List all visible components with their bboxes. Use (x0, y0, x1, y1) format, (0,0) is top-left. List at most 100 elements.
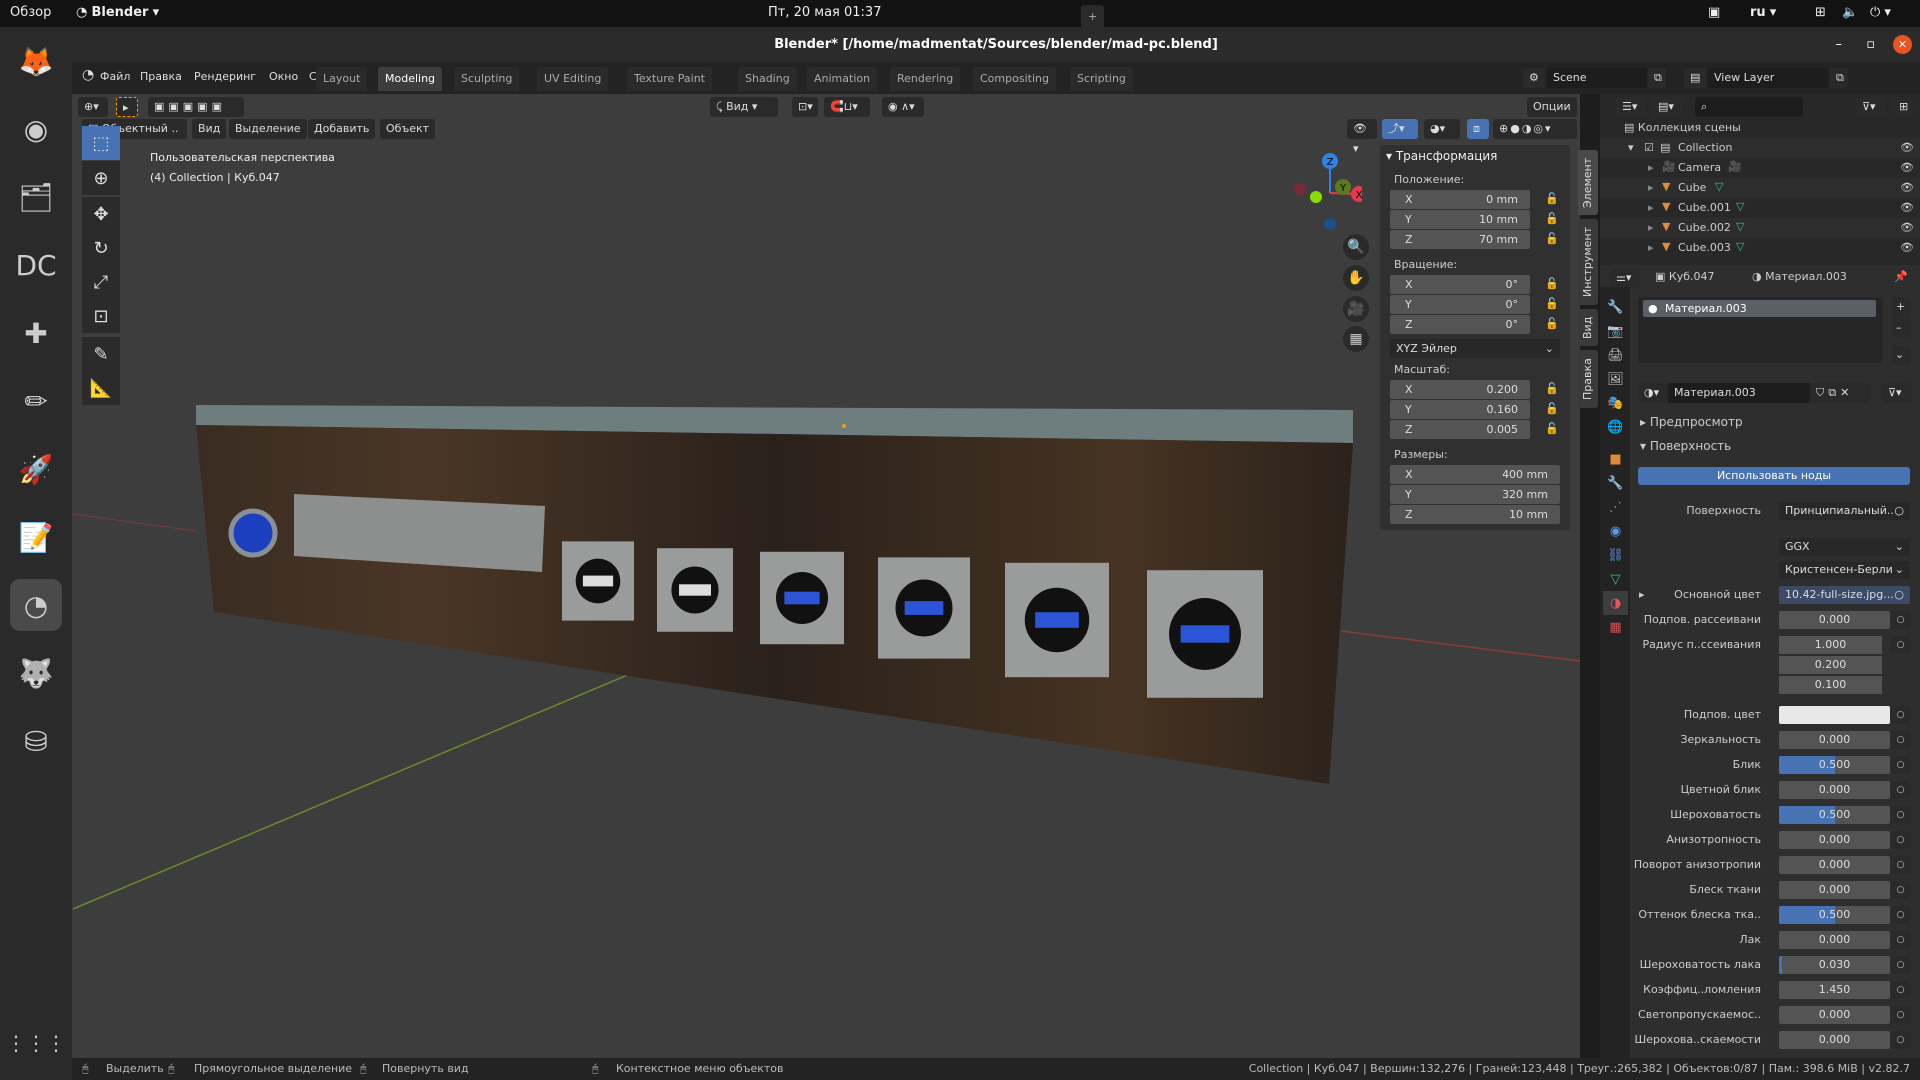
properties-tab-view-layer-icon[interactable]: 🖼 (1603, 367, 1628, 391)
clock[interactable]: Пт, 20 мая 01:37 (768, 5, 881, 20)
surface-shader-select[interactable]: Принципиальный.. ○ (1779, 502, 1910, 520)
outliner-row-collection[interactable]: ▾ ☑ ▤ Collection 👁 (1600, 138, 1920, 158)
language-indicator[interactable]: ru ▾ (1750, 5, 1776, 20)
lock-icon[interactable]: 🔓 (1545, 317, 1559, 330)
outliner-row[interactable]: ▸ ▼ Cube ▽ 👁 (1600, 178, 1920, 198)
tab-uv-editing[interactable]: UV Editing (537, 67, 609, 91)
tab-layout[interactable]: Layout (316, 67, 368, 91)
dimensions-z-field[interactable]: Z 10 mm (1390, 505, 1560, 524)
properties-tab-modifier-icon[interactable]: 🔧 (1603, 471, 1628, 495)
close-button[interactable]: ✕ (1893, 35, 1912, 54)
expand-arrow-icon[interactable]: ▸ (1648, 181, 1654, 194)
zoom-icon[interactable]: 🔍 (1343, 234, 1369, 260)
keyframe-socket-button[interactable]: ○ (1891, 611, 1910, 629)
material-browse-button[interactable]: ◑▾ (1638, 383, 1668, 403)
base-color-texture[interactable]: 10.42-full-size.jpg... ○ (1779, 586, 1910, 604)
outliner-filter-type[interactable]: ▤▾ (1652, 97, 1682, 117)
proportional-edit-button[interactable]: ◉ ∧▾ (882, 97, 924, 117)
new-collection-icon[interactable]: ⊞ (1893, 97, 1913, 117)
properties-tab-constraints-icon[interactable]: ⛓ (1603, 543, 1628, 567)
subsurface-method-select[interactable]: Кристенсен-Берли ⌄ (1779, 561, 1910, 579)
eye-icon[interactable]: 👁 (1900, 201, 1914, 214)
property-slider[interactable]: 1.450 (1779, 981, 1890, 999)
keyframe-socket-button[interactable]: ○ (1891, 1006, 1910, 1024)
material-slot-item[interactable]: ● Материал.003 (1643, 300, 1876, 317)
dock-rocket[interactable]: 🚀 (10, 443, 62, 495)
property-slider[interactable]: 0.000 (1779, 1006, 1890, 1024)
add-slot-button[interactable]: + (1892, 297, 1910, 317)
eye-icon[interactable]: 👁 (1900, 241, 1914, 254)
rotation-y-field[interactable]: Y 0° (1390, 295, 1530, 314)
rotation-z-field[interactable]: Z 0° (1390, 315, 1530, 334)
dock-app-grid-tool[interactable]: ✚ (10, 307, 62, 359)
dock-double-commander[interactable]: DC (10, 239, 62, 291)
outliner-display-mode[interactable]: ☰▾ (1616, 97, 1646, 117)
mesh-data-icon[interactable]: ▽ (1736, 220, 1744, 233)
surface-panel-header[interactable]: ▾ Поверхность (1640, 439, 1731, 453)
remove-slot-button[interactable]: – (1892, 318, 1910, 338)
snap-button[interactable]: 🧲⊔▾ (824, 97, 870, 117)
property-slider[interactable]: 0.030 (1779, 956, 1890, 974)
sidebar-tab-3[interactable]: Правка (1578, 350, 1598, 408)
slot-menu-button[interactable]: ⌄ (1892, 345, 1910, 365)
eye-icon[interactable]: 👁 (1900, 161, 1914, 174)
tab-modeling[interactable]: Modeling (378, 67, 443, 91)
dock-gimp[interactable]: 🐺 (10, 647, 62, 699)
keyframe-socket-button[interactable]: ○ (1891, 731, 1910, 749)
show-apps-button[interactable]: ⋮⋮⋮ (6, 1017, 66, 1069)
scale-x-field[interactable]: X 0.200 (1390, 380, 1530, 399)
eye-icon[interactable]: 👁 (1900, 181, 1914, 194)
subsurface-color-swatch[interactable] (1779, 706, 1890, 724)
pivot-button[interactable]: ⊡▾ (792, 97, 818, 117)
property-slider[interactable]: 0.000 (1779, 731, 1890, 749)
minimize-button[interactable]: – (1836, 27, 1843, 62)
dock-firefox[interactable]: 🦊 (10, 35, 62, 87)
scene-icon[interactable]: ⚙ (1523, 68, 1545, 88)
measure-tool[interactable]: 📐 (82, 371, 120, 405)
keyframe-socket-button[interactable]: ○ (1891, 956, 1910, 974)
properties-editor-type[interactable]: ⚌▾ (1610, 268, 1640, 288)
menu-1[interactable]: Правка (140, 70, 182, 83)
outliner-row[interactable]: ▸ 🎥 Camera 🎥 👁 (1600, 158, 1920, 178)
properties-tab-world-icon[interactable]: 🌐 (1603, 415, 1628, 439)
visibility-icon[interactable]: 👁▾ (1347, 119, 1377, 155)
power-icon[interactable]: ⏻ ▾ (1870, 5, 1891, 20)
sidebar-tab-1[interactable]: Инструмент (1578, 219, 1598, 305)
options-button[interactable]: Опции ▾ (1527, 97, 1577, 133)
property-slider[interactable]: 0.000 (1779, 931, 1890, 949)
tab-sculpting[interactable]: Sculpting (454, 67, 520, 91)
property-slider[interactable]: 0.000 (1779, 611, 1890, 629)
add-workspace-button[interactable]: + (1081, 5, 1105, 29)
mesh-data-icon[interactable]: ▽ (1715, 180, 1723, 193)
keyframe-socket-button[interactable]: ○ (1891, 981, 1910, 999)
camera-data-icon[interactable]: 🎥 (1728, 160, 1742, 173)
keyframe-socket-button[interactable]: ○ (1891, 636, 1910, 654)
property-slider[interactable]: 0.000 (1779, 1031, 1890, 1049)
xray-toggle[interactable]: ⧈ (1467, 119, 1489, 139)
scene-collection-row[interactable]: ▤ Коллекция сцены (1624, 121, 1741, 134)
lock-icon[interactable]: 🔓 (1545, 212, 1559, 225)
pin-icon[interactable]: 📌 (1894, 270, 1908, 283)
cursor-tool[interactable]: ⊕ (82, 161, 120, 195)
expand-arrow-icon[interactable]: ▸ (1648, 241, 1654, 254)
menu-3[interactable]: Окно (269, 70, 298, 83)
subsurface-radius-field[interactable]: 0.200 (1779, 656, 1882, 674)
select-mode-icon[interactable]: ▸ (116, 97, 138, 117)
transform-tool[interactable]: ⊡ (82, 299, 120, 333)
properties-tab-output-icon[interactable]: 🖨 (1603, 343, 1628, 367)
lock-icon[interactable]: 🔓 (1545, 422, 1559, 435)
keyframe-socket-button[interactable]: ○ (1891, 1031, 1910, 1049)
ortho-grid-icon[interactable]: ▦ (1343, 326, 1369, 352)
outliner-row[interactable]: ▸ ▼ Cube.002 ▽ 👁 (1600, 218, 1920, 238)
keyframe-socket-button[interactable]: ○ (1891, 806, 1910, 824)
properties-tab-particles-icon[interactable]: ⋰ (1603, 495, 1628, 519)
keyframe-socket-button[interactable]: ○ (1891, 781, 1910, 799)
dimensions-y-field[interactable]: Y 320 mm (1390, 485, 1560, 504)
dock-text-editor-pencil[interactable]: ✏ (10, 375, 62, 427)
subsurface-radius-field[interactable]: 0.100 (1779, 676, 1882, 694)
keyframe-socket-button[interactable]: ○ (1891, 706, 1910, 724)
lock-icon[interactable]: 🔓 (1545, 382, 1559, 395)
new-scene-button[interactable]: ⧉ (1648, 68, 1666, 88)
volume-icon[interactable]: 🔈 (1842, 5, 1858, 20)
property-slider[interactable]: 0.000 (1779, 831, 1890, 849)
